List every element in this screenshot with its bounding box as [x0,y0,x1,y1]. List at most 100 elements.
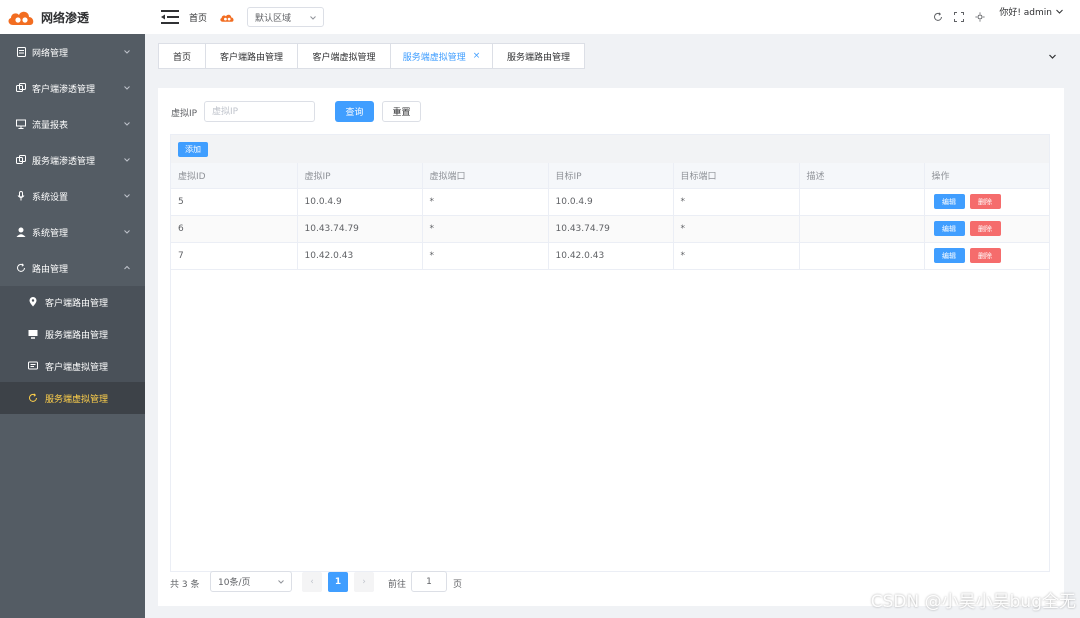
refresh-icon [28,393,38,403]
monitor-icon [28,329,38,339]
logo[interactable]: 网络渗透 [0,0,145,34]
table-cell: * [673,188,800,216]
main-panel: 虚拟IP 查询 重置 添加 虚拟ID 虚拟IP 虚拟端口 目标IP 目标端口 描… [158,88,1064,606]
table-cell [799,215,925,243]
sidebar-item-client-penetration[interactable]: 客户端渗透管理 [0,70,145,106]
tab-client-virtual[interactable]: 客户端虚拟管理 [297,43,391,69]
message-icon [28,361,38,371]
close-icon[interactable]: × [473,51,481,61]
page-size-select[interactable]: 10条/页 [210,571,292,592]
presentation-icon [16,119,26,129]
table-cell: 10.43.74.79 [297,215,423,243]
tabs-bar: 首页 客户端路由管理 客户端虚拟管理 服务端虚拟管理 × 服务端路由管理 [158,43,1065,69]
edit-button[interactable]: 编辑 [933,248,965,263]
table-cell: * [422,188,549,216]
sidebar-subitem-server-virtual[interactable]: 服务端虚拟管理 [0,382,145,414]
sidebar-subitem-label: 服务端路由管理 [45,330,109,341]
sidebar-item-label: 流量报表 [32,120,69,131]
sidebar-item-label: 客户端渗透管理 [32,84,96,95]
sidebar-item-label: 路由管理 [32,264,69,275]
region-select[interactable]: 默认区域 [247,7,325,27]
search-button[interactable]: 查询 [335,101,374,122]
user-icon [16,227,26,237]
tab-label: 客户端路由管理 [219,52,283,63]
table-cell: 6 [171,215,298,243]
edit-button[interactable]: 编辑 [933,221,965,236]
sidebar-subitem-client-route[interactable]: 客户端路由管理 [0,286,145,318]
page-number-current[interactable]: 1 [328,572,348,592]
header-actions: 你好! admin [922,0,1064,34]
region-select-value: 默认区域 [255,13,292,24]
breadcrumb[interactable]: 首页 [189,11,207,24]
copy-icon [16,155,26,165]
column-header: 描述 [799,163,925,189]
cloud-logo-icon [8,11,34,25]
prev-page-button[interactable]: ‹ [302,572,322,592]
delete-button[interactable]: 删除 [969,221,1001,236]
chevron-down-icon [124,230,130,234]
column-header: 虚拟ID [171,163,298,189]
cloud-logo-icon [220,14,234,22]
column-header: 操作 [924,163,1049,189]
sidebar-item-label: 网络管理 [32,48,69,59]
sidebar-item-route-management[interactable]: 路由管理 [0,250,145,286]
sidebar-item-label: 系统管理 [32,228,69,239]
delete-button[interactable]: 删除 [969,194,1001,209]
table-cell: * [422,242,549,270]
sidebar-item-server-penetration[interactable]: 服务端渗透管理 [0,142,145,178]
table-actions: 编辑 删除 [924,188,1049,216]
chevron-down-icon [124,158,130,162]
sidebar-item-system-settings[interactable]: 系统设置 [0,178,145,214]
sun-icon[interactable] [975,12,985,22]
location-icon [28,297,38,307]
column-header: 虚拟IP [297,163,423,189]
user-menu[interactable]: 你好! admin [999,5,1064,18]
table-cell [799,188,925,216]
table-cell: * [422,215,549,243]
page-size-value: 10条/页 [218,578,251,588]
table-cell: 10.42.0.43 [297,242,423,270]
app-title: 网络渗透 [41,10,90,25]
sidebar-subitem-label: 客户端虚拟管理 [45,362,109,373]
column-header: 目标端口 [673,163,800,189]
sidebar-subitem-client-virtual[interactable]: 客户端虚拟管理 [0,350,145,382]
chevron-down-icon[interactable] [1048,52,1057,61]
sidebar-item-network[interactable]: 网络管理 [0,34,145,70]
data-table: 添加 虚拟ID 虚拟IP 虚拟端口 目标IP 目标端口 描述 操作 5 10.0… [170,134,1050,572]
chevron-down-icon [124,122,130,126]
refresh-icon [16,263,26,273]
table-cell: * [673,242,800,270]
edit-button[interactable]: 编辑 [933,194,965,209]
table-actions: 编辑 删除 [924,215,1049,243]
refresh-icon[interactable] [933,12,943,22]
fullscreen-icon[interactable] [954,12,965,22]
sidebar-subitem-server-route[interactable]: 服务端路由管理 [0,318,145,350]
sidebar: 网络渗透 网络管理 客户端渗透管理 流量报表 服务端渗透管理 系统设置 系统管理… [0,0,145,618]
virtual-ip-input[interactable] [204,101,315,122]
next-page-button[interactable]: › [354,572,374,592]
sidebar-item-system-management[interactable]: 系统管理 [0,214,145,250]
table-row: 5 10.0.4.9 * 10.0.4.9 * 编辑 删除 [171,188,1049,216]
sidebar-item-traffic-report[interactable]: 流量报表 [0,106,145,142]
tab-label: 首页 [172,52,191,63]
table-cell: 5 [171,188,298,216]
chevron-down-icon [124,86,130,90]
microphone-icon [16,191,26,201]
tab-home[interactable]: 首页 [158,43,206,69]
menu-fold-icon[interactable] [161,10,179,24]
copy-icon [16,83,26,93]
sidebar-item-label: 系统设置 [32,192,69,203]
table-row: 7 10.42.0.43 * 10.42.0.43 * 编辑 删除 [171,242,1049,270]
delete-button[interactable]: 删除 [969,248,1001,263]
pagination-total: 共 3 条 [170,580,200,590]
table-row: 6 10.43.74.79 * 10.43.74.79 * 编辑 删除 [171,215,1049,243]
tab-server-route[interactable]: 服务端路由管理 [492,43,585,69]
sidebar-item-label: 服务端渗透管理 [32,156,96,167]
goto-page-input[interactable] [411,571,447,592]
table-cell: * [673,215,800,243]
add-button[interactable]: 添加 [178,142,208,157]
reset-button[interactable]: 重置 [382,101,421,122]
tab-server-virtual[interactable]: 服务端虚拟管理 × [390,43,493,69]
tab-client-route[interactable]: 客户端路由管理 [205,43,298,69]
table-cell [799,242,925,270]
